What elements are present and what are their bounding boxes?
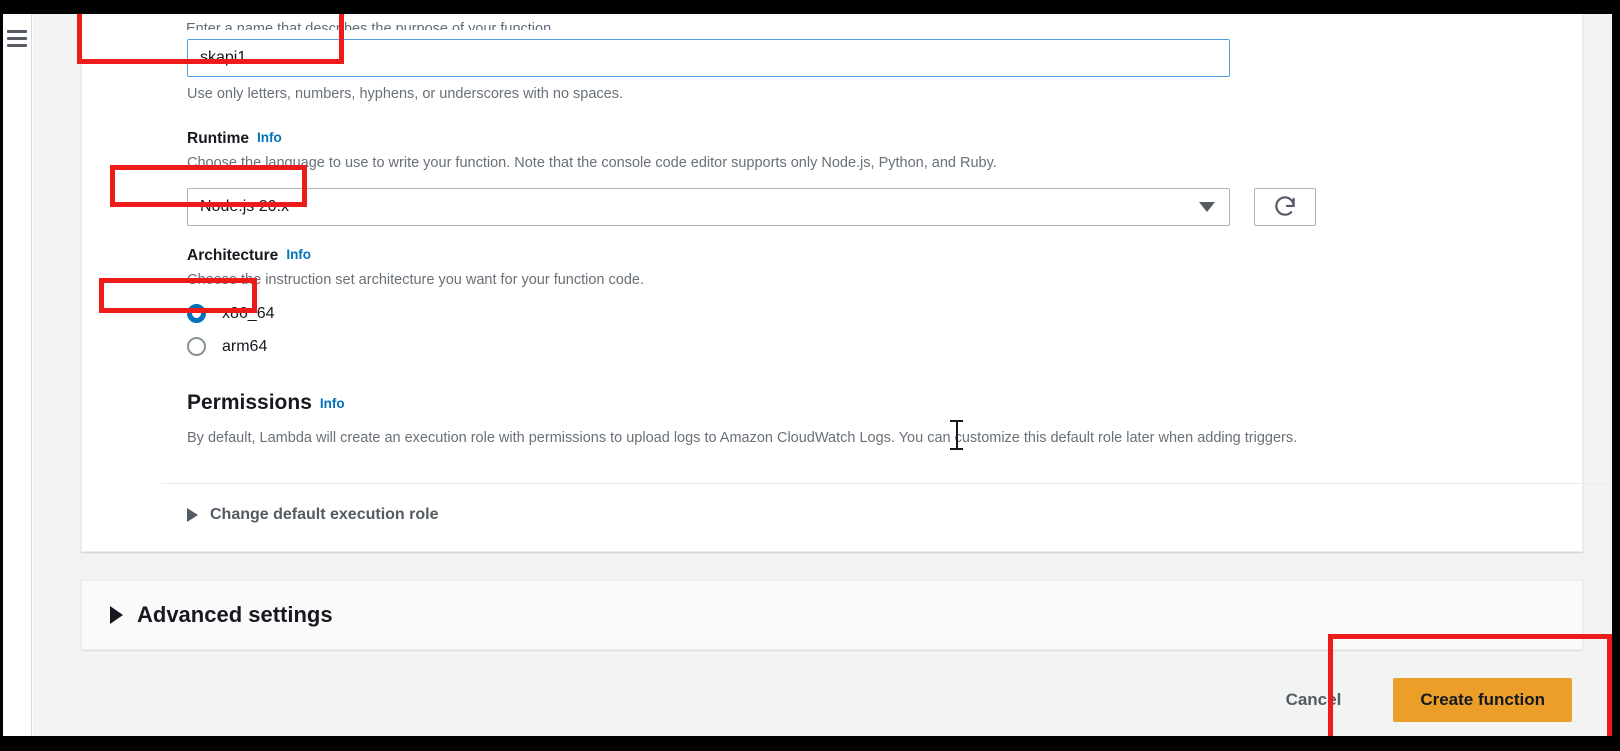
left-nav-rail xyxy=(3,14,32,736)
text-cursor-icon xyxy=(950,420,963,450)
runtime-label: Runtime xyxy=(187,130,249,147)
function-name-helper-text: Use only letters, numbers, hyphens, or u… xyxy=(187,84,623,104)
cancel-button[interactable]: Cancel xyxy=(1286,690,1342,710)
architecture-label-row: Architecture Info xyxy=(187,246,1087,266)
runtime-description: Choose the language to use to write your… xyxy=(187,153,1587,173)
runtime-info-link[interactable]: Info xyxy=(257,130,282,145)
permissions-title-row: Permissions Info xyxy=(187,390,1587,416)
runtime-section: Runtime Info Choose the language to use t… xyxy=(187,129,1587,226)
radio-arm64[interactable] xyxy=(187,337,206,356)
chevron-down-icon xyxy=(1199,202,1215,212)
radio-arm64-label: arm64 xyxy=(222,338,267,356)
architecture-label: Architecture xyxy=(187,247,278,264)
refresh-runtime-button[interactable] xyxy=(1254,188,1316,226)
permissions-info-link[interactable]: Info xyxy=(320,396,345,411)
refresh-icon xyxy=(1272,194,1298,220)
advanced-settings-expander[interactable]: Advanced settings xyxy=(81,580,1583,650)
form-footer: Cancel Create function xyxy=(33,664,1612,736)
radio-x86-64[interactable] xyxy=(187,304,206,323)
permissions-section: Permissions Info By default, Lambda will … xyxy=(187,390,1587,448)
architecture-section: Architecture Info Choose the instruction … xyxy=(187,246,1087,356)
runtime-selected-value: Node.js 20.x xyxy=(200,198,289,216)
permissions-description: By default, Lambda will create an execut… xyxy=(187,428,1587,448)
architecture-option-x86[interactable]: x86_64 xyxy=(187,304,1087,323)
advanced-settings-label: Advanced settings xyxy=(137,602,333,628)
radio-x86-64-label: x86_64 xyxy=(222,305,275,323)
browser-chrome-right xyxy=(1612,0,1620,751)
browser-chrome-bottom xyxy=(0,736,1620,751)
change-execution-role-expander[interactable]: Change default execution role xyxy=(187,506,438,524)
permissions-title: Permissions xyxy=(187,391,312,414)
change-execution-role-label: Change default execution role xyxy=(210,506,438,524)
triangle-right-icon-advanced xyxy=(110,606,123,624)
architecture-info-link[interactable]: Info xyxy=(286,247,311,262)
architecture-description: Choose the instruction set architecture … xyxy=(187,270,1087,290)
create-function-card: Enter a name that describes the purpose … xyxy=(81,14,1583,552)
hamburger-menu-icon[interactable] xyxy=(7,30,29,48)
triangle-right-icon xyxy=(187,508,198,522)
browser-chrome-top xyxy=(0,0,1620,14)
page-canvas: Enter a name that describes the purpose … xyxy=(3,14,1612,736)
architecture-option-arm64[interactable]: arm64 xyxy=(187,337,1087,356)
runtime-select-row: Node.js 20.x xyxy=(187,188,1587,226)
permissions-divider xyxy=(161,483,1620,484)
browser-chrome-left xyxy=(0,0,3,751)
function-name-input[interactable] xyxy=(187,39,1230,77)
screenshot-root: Enter a name that describes the purpose … xyxy=(0,0,1620,751)
create-function-button[interactable]: Create function xyxy=(1393,678,1572,722)
function-name-hint-cutoff: Enter a name that describes the purpose … xyxy=(186,20,886,30)
runtime-label-row: Runtime Info xyxy=(187,129,1587,149)
runtime-select[interactable]: Node.js 20.x xyxy=(187,188,1230,226)
